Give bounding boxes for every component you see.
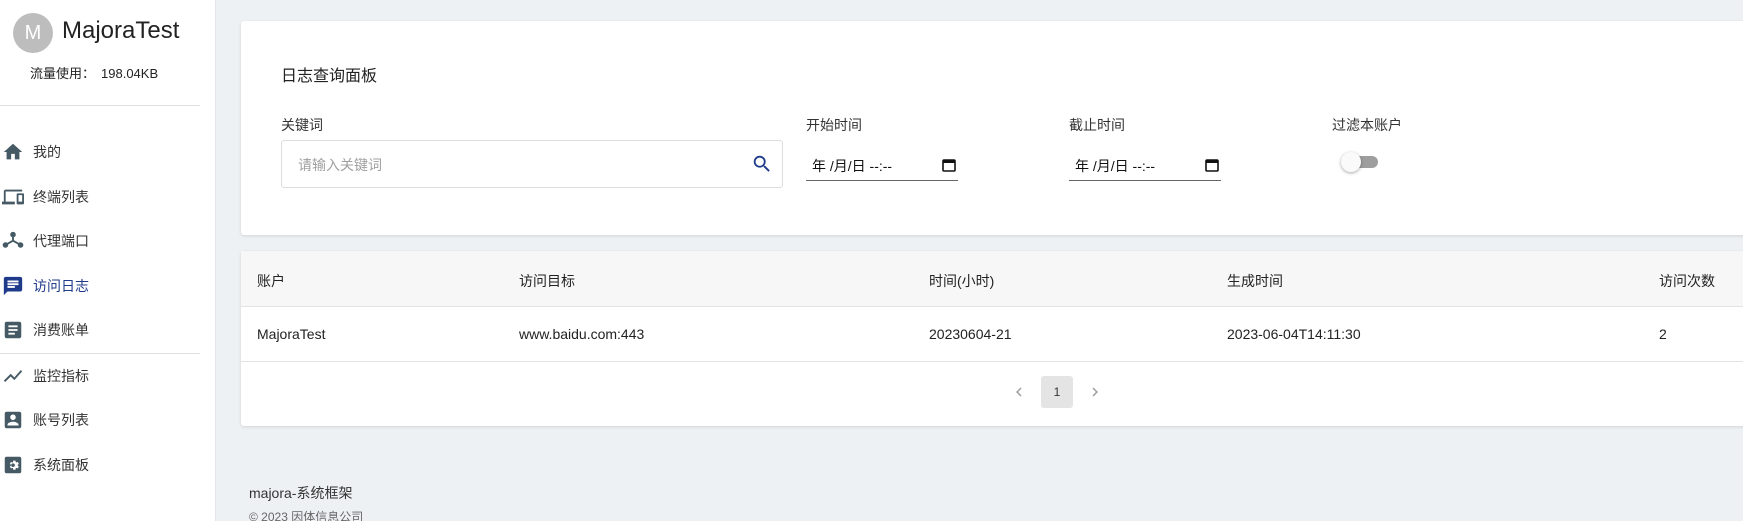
sidebar-item-access-log[interactable]: 访问日志 — [0, 266, 200, 306]
table-row[interactable]: MajoraTest www.baidu.com:443 20230604-21… — [241, 307, 1743, 362]
sidebar-item-billing[interactable]: 消费账单 — [0, 310, 200, 350]
sidebar-item-accounts[interactable]: 账号列表 — [0, 400, 200, 440]
chevron-left-icon — [1016, 387, 1022, 397]
filter-self-label: 过滤本账户 — [1332, 117, 1402, 133]
log-table: 账户 访问目标 时间(小时) 生成时间 访问次数 MajoraTest www.… — [241, 251, 1743, 426]
panel-title: 日志查询面板 — [281, 68, 378, 85]
column-header-target[interactable]: 访问目标 — [519, 271, 575, 291]
chat-log-icon — [1, 274, 25, 298]
traffic-value: 198.04KB — [101, 66, 159, 81]
sidebar-item-mine[interactable]: 我的 — [0, 132, 200, 172]
chevron-right-icon — [1092, 387, 1098, 397]
account-box-icon — [1, 408, 25, 432]
cell-hour: 20230604-21 — [929, 326, 1012, 342]
cell-account: MajoraTest — [257, 326, 326, 342]
keyword-search-box — [281, 140, 783, 188]
sidebar-item-terminals[interactable]: 终端列表 — [0, 177, 200, 217]
traffic-label: 流量使用： — [30, 66, 96, 81]
hub-icon — [1, 229, 25, 253]
toggle-knob — [1341, 152, 1361, 172]
filter-self-toggle[interactable] — [1340, 151, 1380, 173]
column-header-hour[interactable]: 时间(小时) — [929, 271, 994, 291]
page-button-current[interactable]: 1 — [1041, 376, 1073, 408]
footer-title: majora-系统框架 — [249, 485, 353, 501]
calendar-icon[interactable] — [942, 158, 956, 172]
cell-visit-count: 2 — [1659, 326, 1667, 342]
sidebar-item-label: 终端列表 — [33, 189, 89, 205]
keyword-label: 关键词 — [281, 117, 323, 133]
sidebar-item-label: 消费账单 — [33, 322, 89, 338]
sidebar-item-label: 账号列表 — [33, 412, 89, 428]
end-time-label: 截止时间 — [1069, 117, 1125, 133]
footer-copyright: © 2023 因体信息公司 — [249, 510, 364, 521]
trending-icon — [1, 364, 25, 388]
sidebar-item-proxy-ports[interactable]: 代理端口 — [0, 221, 200, 261]
avatar[interactable]: M — [13, 13, 53, 53]
column-header-created-time[interactable]: 生成时间 — [1227, 271, 1283, 291]
next-page-button[interactable] — [1079, 376, 1111, 408]
end-time-value: 年 /月/日 --:-- — [1075, 157, 1156, 174]
column-header-account[interactable]: 账户 — [257, 271, 285, 291]
column-header-visit-count[interactable]: 访问次数 — [1659, 271, 1715, 291]
pagination: 1 — [241, 362, 1743, 426]
sidebar-divider — [0, 105, 200, 106]
sidebar-item-monitoring[interactable]: 监控指标 — [0, 356, 200, 396]
calendar-icon[interactable] — [1205, 158, 1219, 172]
traffic-usage: 流量使用： 198.04KB — [30, 63, 158, 82]
log-query-panel: 日志查询面板 关键词 开始时间 年 /月/日 --:-- 截止时间 年 /月/日… — [241, 21, 1743, 235]
start-time-value: 年 /月/日 --:-- — [812, 157, 893, 174]
sidebar-item-label: 访问日志 — [33, 278, 89, 294]
sidebar-item-system-panel[interactable]: 系统面板 — [0, 445, 200, 485]
receipt-icon — [1, 318, 25, 342]
start-time-input[interactable]: 年 /月/日 --:-- — [806, 151, 958, 181]
cell-created-time: 2023-06-04T14:11:30 — [1227, 326, 1361, 342]
cell-target: www.baidu.com:443 — [519, 326, 645, 342]
sidebar-item-label: 代理端口 — [33, 233, 89, 249]
end-time-input[interactable]: 年 /月/日 --:-- — [1069, 151, 1221, 181]
start-time-label: 开始时间 — [806, 117, 862, 133]
search-icon[interactable] — [751, 153, 775, 177]
keyword-input[interactable] — [298, 154, 718, 176]
username: MajoraTest — [62, 17, 180, 44]
devices-icon — [1, 185, 25, 209]
sidebar-divider — [0, 353, 200, 354]
prev-page-button[interactable] — [1003, 376, 1035, 408]
sidebar-item-label: 监控指标 — [33, 368, 89, 384]
table-header: 账户 访问目标 时间(小时) 生成时间 访问次数 — [241, 251, 1743, 307]
sidebar: M MajoraTest 流量使用： 198.04KB 我的 终端列表 代理端口 … — [0, 0, 216, 521]
sidebar-item-label: 我的 — [33, 144, 61, 160]
home-icon — [1, 140, 25, 164]
settings-icon — [1, 453, 25, 477]
sidebar-item-label: 系统面板 — [33, 457, 89, 473]
